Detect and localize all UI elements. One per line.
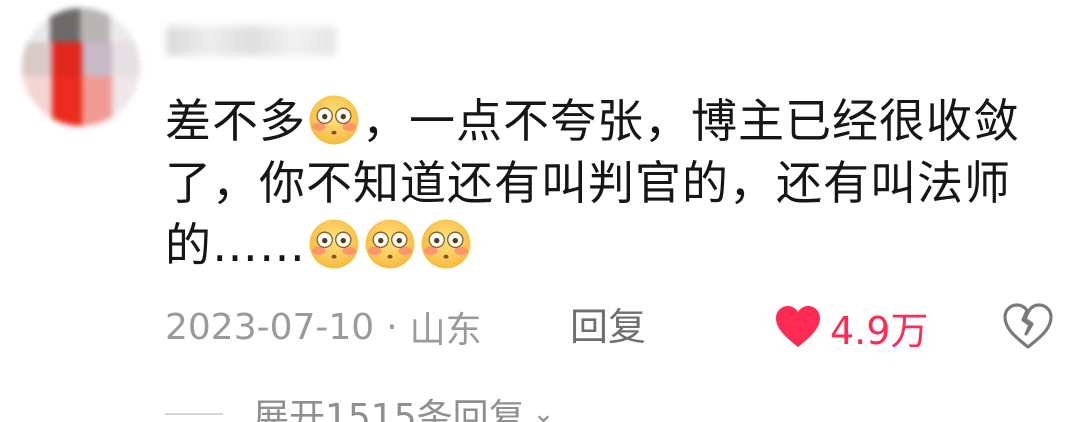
- expand-replies-label: 展开1515条回复: [253, 397, 525, 422]
- comment-text: 差不多 ，一点不夸张，博主已经很收敛了，你不知道还有叫判官的，还有叫法师的……: [165, 90, 1045, 276]
- avatar[interactable]: [22, 8, 140, 126]
- broken-heart-icon: [1003, 303, 1053, 349]
- comment-location: 山东: [409, 310, 482, 351]
- flushed-face-emoji-4: [421, 219, 471, 269]
- comment-item: 差不多 ，一点不夸张，博主已经很收敛了，你不知道还有叫判官的，还有叫法师的…… 2…: [0, 0, 1080, 422]
- comment-meta: 2023-07-10 · 山东: [165, 300, 482, 354]
- meta-separator: ·: [386, 306, 398, 348]
- reply-button[interactable]: 回复: [570, 300, 646, 354]
- expand-replies[interactable]: 展开1515条回复 ⌄: [165, 394, 554, 422]
- flushed-face-emoji-3: [365, 219, 415, 269]
- comment-date: 2023-07-10: [165, 306, 375, 348]
- heart-filled-icon: [776, 306, 820, 347]
- like-button[interactable]: 4.9万: [774, 302, 929, 353]
- chevron-down-icon: ⌄: [532, 399, 555, 422]
- expand-divider-line: [165, 413, 223, 415]
- like-count: 4.9万: [830, 308, 929, 353]
- username-blurred[interactable]: [166, 26, 336, 56]
- flushed-face-emoji-1: [309, 95, 359, 145]
- comment-text-part-1: 差不多: [165, 94, 306, 148]
- dislike-button[interactable]: [1002, 302, 1054, 352]
- flushed-face-emoji-2: [309, 219, 359, 269]
